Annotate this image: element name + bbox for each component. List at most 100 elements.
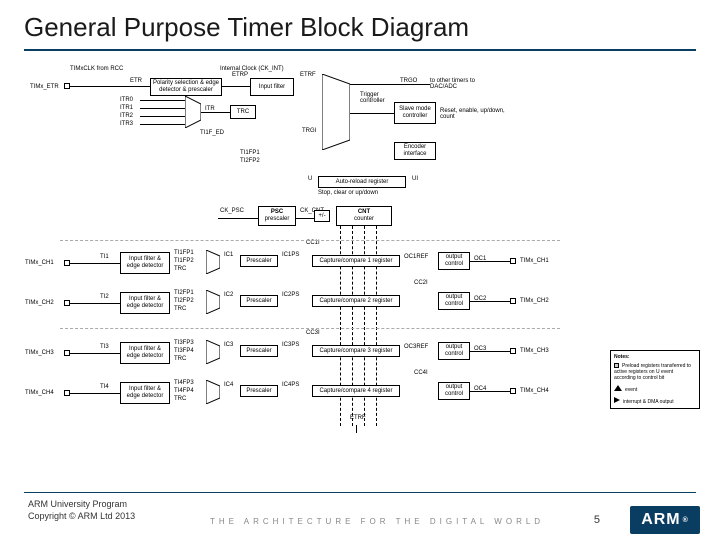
label-ti1fp2-ch: TI1FP2: [174, 258, 194, 264]
wire: [140, 108, 185, 109]
label-trgo-desc: to other timers to DAC/ADC: [430, 78, 490, 90]
psc-sub: prescaler: [265, 216, 290, 223]
wire: [356, 425, 357, 433]
label-ic2: IC2: [224, 292, 233, 298]
label-timx-ch4-out: TIMx_CH4: [520, 388, 549, 394]
label-ti2fp2: TI2FP2: [240, 158, 260, 164]
label-ti4fp3-ch: TI4FP3: [174, 380, 194, 386]
wire: [470, 301, 510, 302]
wire: [470, 351, 510, 352]
pin-oc2: [510, 298, 516, 304]
label-cc4i: CC4I: [414, 370, 428, 376]
wire: [70, 393, 120, 394]
label-ti1: TI1: [100, 254, 109, 260]
label-ic1ps: IC1PS: [282, 252, 299, 258]
notes-box: Notes: Preload registers transferred to …: [610, 350, 700, 409]
block-ch2-output: output control: [438, 292, 470, 310]
label-itr3: ITR3: [120, 121, 133, 127]
block-input-filter: Input filter: [250, 78, 294, 96]
label-trc-ch1: TRC: [174, 266, 186, 272]
label-ic4ps: IC4PS: [282, 382, 299, 388]
label-ti4fp4-ch: TI4FP4: [174, 388, 194, 394]
label-ck-psc: CK_PSC: [220, 208, 244, 214]
label-timx-etr: TIMx_ETR: [30, 84, 59, 90]
block-ch4-capture: Capture/compare 4 register: [312, 385, 400, 397]
label-ic4: IC4: [224, 382, 233, 388]
page-number: 5: [594, 514, 600, 526]
block-encoder: Encoder interface: [394, 142, 436, 160]
pin-oc1: [510, 258, 516, 264]
block-ch4-filter: Input filter & edge detector: [120, 382, 170, 404]
block-plusminus: +/-: [314, 210, 330, 222]
label-oc1ref: OC1REF: [404, 254, 428, 260]
block-ch3-prescaler: Prescaler: [240, 345, 278, 357]
block-ch1-output: output control: [438, 252, 470, 270]
label-ti2: TI2: [100, 294, 109, 300]
label-ti1f-ed: TI1F_ED: [200, 130, 224, 136]
wire: [470, 261, 510, 262]
block-ch3-output: output control: [438, 342, 470, 360]
psc-title: PSC: [271, 209, 283, 216]
footer-program: ARM University Program: [28, 499, 720, 511]
notes-line2: event: [625, 387, 637, 393]
wire: [140, 100, 185, 101]
label-cc3i: CC3I: [306, 330, 320, 336]
cnt-title: CNT: [358, 209, 370, 216]
block-cnt: CNT counter: [336, 206, 392, 226]
notes-line3: interrupt & DMA output: [623, 399, 674, 405]
mux-ch3: [206, 340, 220, 364]
label-itr0: ITR0: [120, 97, 133, 103]
label-ti3: TI3: [100, 344, 109, 350]
block-ch2-prescaler: Prescaler: [240, 295, 278, 307]
cnt-sub: counter: [354, 216, 374, 223]
block-ch1-prescaler: Prescaler: [240, 255, 278, 267]
block-trigger-controller: [322, 74, 350, 150]
label-itr2: ITR2: [120, 113, 133, 119]
label-timx-ch4: TIMx_CH4: [25, 390, 54, 396]
block-ch1-filter: Input filter & edge detector: [120, 252, 170, 274]
label-ic3: IC3: [224, 342, 233, 348]
footer-tagline: THE ARCHITECTURE FOR THE DIGITAL WORLD: [210, 517, 544, 526]
wire: [218, 218, 258, 219]
label-timx-ch3-out: TIMx_CH3: [520, 348, 549, 354]
label-timx-ch3: TIMx_CH3: [25, 350, 54, 356]
mux-ch1: [206, 250, 220, 274]
legend-event-icon: [614, 385, 622, 391]
wire: [70, 86, 150, 87]
label-etrf-bottom: ETRF: [350, 415, 366, 421]
block-trc: TRC: [230, 105, 256, 119]
block-slave-mode: Slave mode controller: [394, 102, 436, 124]
mux-ch2: [206, 290, 220, 314]
wire: [140, 116, 185, 117]
mux-itr: [185, 96, 201, 128]
label-ti4: TI4: [100, 384, 109, 390]
label-trgi: TRGI: [302, 128, 316, 134]
label-timx-ch1: TIMx_CH1: [25, 260, 54, 266]
label-trc-ch2: TRC: [174, 306, 186, 312]
notes-line1: Preload registers transferred to active …: [614, 363, 691, 381]
divider: [60, 240, 560, 241]
label-ti1fp1: TI1FP1: [240, 150, 260, 156]
label-trc-ch4: TRC: [174, 396, 186, 402]
label-timx-clk: TIMxCLK from RCC: [70, 66, 123, 72]
label-ic2ps: IC2PS: [282, 292, 299, 298]
block-ch4-prescaler: Prescaler: [240, 385, 278, 397]
pin-oc3: [510, 348, 516, 354]
label-timx-ch2: TIMx_CH2: [25, 300, 54, 306]
block-diagram: Internal Clock (CK_INT) TIMxCLK from RCC…: [60, 70, 660, 470]
label-internal-clock: Internal Clock (CK_INT): [220, 66, 284, 72]
mux-ch4: [206, 380, 220, 404]
pin-oc4: [510, 388, 516, 394]
wire: [140, 124, 185, 125]
notes-title: Notes:: [614, 354, 696, 360]
label-trc-ch3: TRC: [174, 356, 186, 362]
arm-logo: ARM®: [630, 506, 700, 534]
wire: [222, 86, 250, 87]
wire: [70, 353, 120, 354]
block-ch4-output: output control: [438, 382, 470, 400]
label-ui: UI: [412, 176, 418, 182]
block-ch3-filter: Input filter & edge detector: [120, 342, 170, 364]
block-ch1-capture: Capture/compare 1 register: [312, 255, 400, 267]
label-cc2i: CC2I: [414, 280, 428, 286]
label-ti3fp4-ch: TI3FP4: [174, 348, 194, 354]
